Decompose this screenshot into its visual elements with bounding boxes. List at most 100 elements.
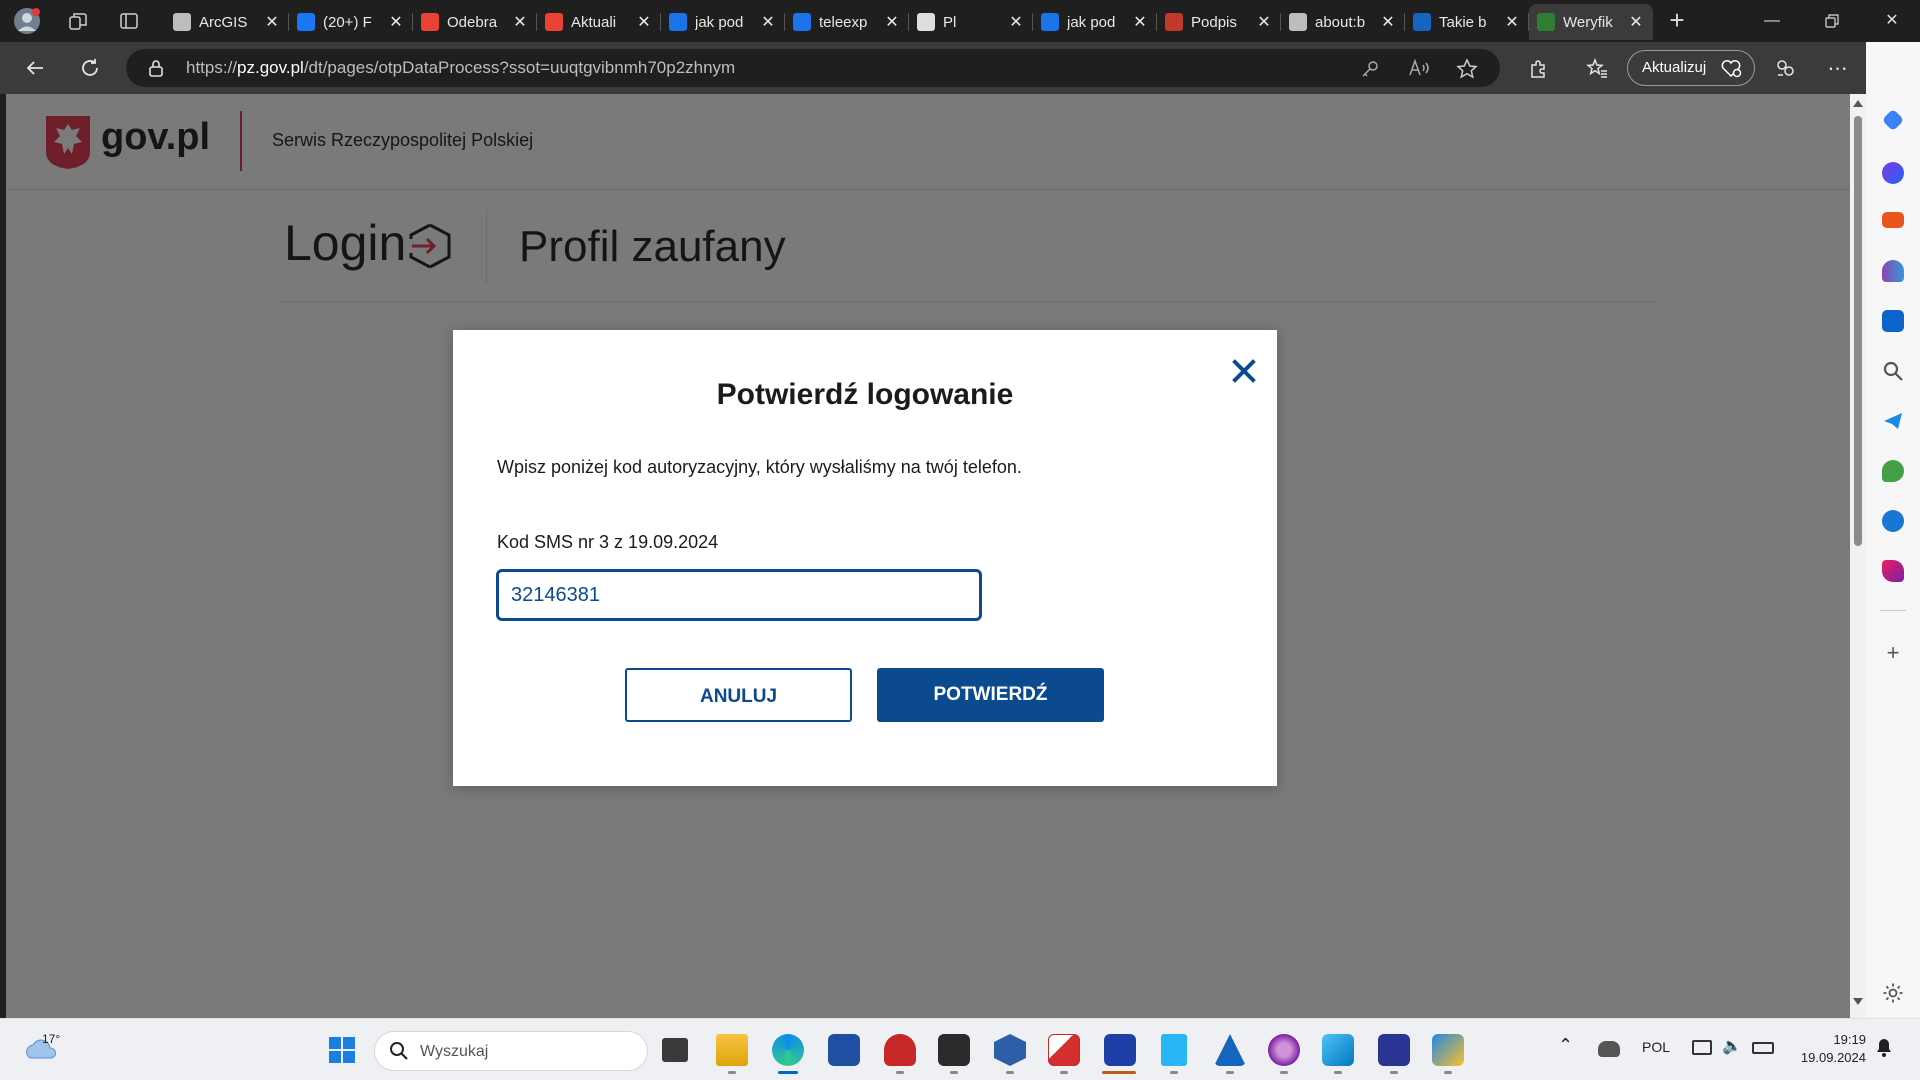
search-sidebar-icon[interactable] [1882, 360, 1904, 382]
govpl-logo[interactable]: gov.pl [101, 116, 210, 159]
govpl-icon [1537, 13, 1555, 31]
tools-icon[interactable] [1882, 212, 1904, 228]
taskbar-search-box[interactable]: Wyszukaj [374, 1031, 648, 1071]
browser-tab[interactable]: jak pod ✕ [1033, 4, 1157, 40]
new-tab-icon[interactable]: + [1662, 6, 1692, 36]
scroll-down-icon[interactable] [1853, 998, 1863, 1005]
arcgis-icon[interactable] [1214, 1034, 1246, 1066]
workspaces-icon[interactable] [63, 6, 93, 36]
cancel-button[interactable]: ANULUJ [625, 668, 852, 722]
tree-icon[interactable] [1882, 460, 1904, 482]
photos-icon[interactable] [1322, 1034, 1354, 1066]
tab-close-icon[interactable]: ✕ [883, 12, 901, 32]
pdf-tool-icon[interactable] [1048, 1034, 1080, 1066]
tab-close-icon[interactable]: ✕ [635, 12, 653, 32]
url-text[interactable]: https://pz.gov.pl/dt/pages/otpDataProces… [186, 58, 735, 78]
update-button[interactable]: Aktualizuj [1627, 50, 1755, 86]
running-indicator [1334, 1071, 1342, 1074]
tab-close-icon[interactable]: ✕ [1379, 12, 1397, 32]
browser-tab[interactable]: Pl ✕ [909, 4, 1033, 40]
search-icon [669, 13, 687, 31]
scroll-thumb[interactable] [1854, 116, 1862, 546]
tab-close-icon[interactable]: ✕ [1131, 12, 1149, 32]
file-explorer-icon[interactable] [716, 1034, 748, 1066]
edge-browser-icon[interactable] [772, 1034, 804, 1066]
vertical-tabs-icon[interactable] [114, 6, 144, 36]
network-tool-icon[interactable] [1432, 1034, 1464, 1066]
browser-essentials-icon[interactable] [1770, 53, 1800, 83]
games-icon[interactable] [1882, 260, 1904, 282]
tab-close-icon[interactable]: ✕ [1503, 12, 1521, 32]
confirm-button[interactable]: POTWIERDŹ [877, 668, 1104, 722]
browser-tab[interactable]: Takie b ✕ [1405, 4, 1529, 40]
tab-close-icon[interactable]: ✕ [387, 12, 405, 32]
browser-tab[interactable]: (20+) F ✕ [289, 4, 413, 40]
tab-close-icon[interactable]: ✕ [759, 12, 777, 32]
refresh-icon[interactable] [75, 53, 105, 83]
taskbar-clock[interactable]: 19:19 19.09.2024 [1790, 1031, 1866, 1067]
page-scrollbar[interactable] [1850, 94, 1866, 1018]
shopping-tag-icon[interactable] [1881, 108, 1905, 132]
telegram-icon[interactable] [1882, 410, 1904, 432]
settings-gear-icon[interactable] [1882, 982, 1904, 1004]
volume-icon[interactable]: 🔈 [1722, 1036, 1742, 1056]
browser-tab[interactable]: about:b ✕ [1281, 4, 1405, 40]
virtualbox-icon[interactable] [994, 1034, 1026, 1066]
skype-icon[interactable] [1882, 510, 1904, 532]
extensions-icon[interactable] [1524, 53, 1554, 83]
restore-icon[interactable] [1812, 6, 1852, 36]
running-indicator [1280, 1071, 1288, 1074]
acrobat-icon[interactable] [884, 1034, 916, 1066]
browser-tab[interactable]: Weryfik ✕ [1529, 4, 1653, 40]
profile-title: Profil zaufany [519, 222, 786, 271]
doc-icon [173, 13, 191, 31]
store-icon[interactable] [828, 1034, 860, 1066]
minimize-icon[interactable]: — [1752, 6, 1792, 36]
tab-close-icon[interactable]: ✕ [263, 12, 281, 32]
key-icon[interactable] [1360, 59, 1380, 84]
outlook-icon[interactable] [1882, 310, 1904, 332]
back-icon[interactable] [20, 53, 50, 83]
tab-close-icon[interactable]: ✕ [511, 12, 529, 32]
designer-icon[interactable] [1882, 560, 1904, 582]
windows-start-icon[interactable] [328, 1036, 356, 1064]
favorites-icon[interactable] [1582, 53, 1612, 83]
close-window-icon[interactable]: ✕ [1872, 6, 1912, 36]
favorite-star-icon[interactable] [1456, 58, 1478, 85]
tab-close-icon[interactable]: ✕ [1007, 12, 1025, 32]
browser-tab[interactable]: teleexp ✕ [785, 4, 909, 40]
sms-code-input[interactable] [496, 569, 982, 621]
network-icon[interactable] [1692, 1040, 1712, 1055]
terminal-icon[interactable] [938, 1034, 970, 1066]
running-indicator [1226, 1071, 1234, 1074]
windows-taskbar: 17° Wyszukaj ⌃ POL 🔈 19:19 19.09.2024 [0, 1018, 1920, 1080]
backup-icon[interactable] [1378, 1034, 1410, 1066]
tab-close-icon[interactable]: ✕ [1627, 12, 1645, 32]
save-app-icon[interactable] [1104, 1034, 1136, 1066]
browser-tab[interactable]: Odebra ✕ [413, 4, 537, 40]
running-indicator [950, 1071, 958, 1074]
task-view-icon[interactable] [662, 1038, 688, 1062]
more-menu-icon[interactable]: ⋯ [1823, 53, 1853, 83]
notification-bell-icon[interactable] [1876, 1037, 1892, 1060]
browser-tab[interactable]: jak pod ✕ [661, 4, 785, 40]
language-indicator[interactable]: POL [1642, 1039, 1670, 1055]
notepad-icon[interactable] [1161, 1034, 1187, 1066]
lock-icon[interactable] [148, 59, 164, 82]
read-aloud-icon[interactable] [1408, 58, 1430, 83]
tor-browser-icon[interactable] [1268, 1034, 1300, 1066]
doc-icon [1289, 13, 1307, 31]
battery-icon[interactable] [1752, 1042, 1774, 1054]
copilot-sidebar-icon[interactable] [1882, 162, 1904, 184]
browser-tab[interactable]: Podpis ✕ [1157, 4, 1281, 40]
browser-tab[interactable]: ArcGIS ✕ [165, 4, 289, 40]
scroll-up-icon[interactable] [1853, 100, 1863, 107]
tray-overflow-chevron-icon[interactable]: ⌃ [1558, 1035, 1573, 1056]
tab-close-icon[interactable]: ✕ [1255, 12, 1273, 32]
browser-tab[interactable]: Aktuali ✕ [537, 4, 661, 40]
add-sidebar-icon[interactable]: + [1882, 642, 1904, 664]
tab-title: ArcGIS [199, 13, 248, 31]
profile-avatar-icon[interactable] [12, 6, 42, 36]
onedrive-icon[interactable] [1598, 1041, 1620, 1057]
address-bar[interactable]: https://pz.gov.pl/dt/pages/otpDataProces… [126, 49, 1500, 87]
